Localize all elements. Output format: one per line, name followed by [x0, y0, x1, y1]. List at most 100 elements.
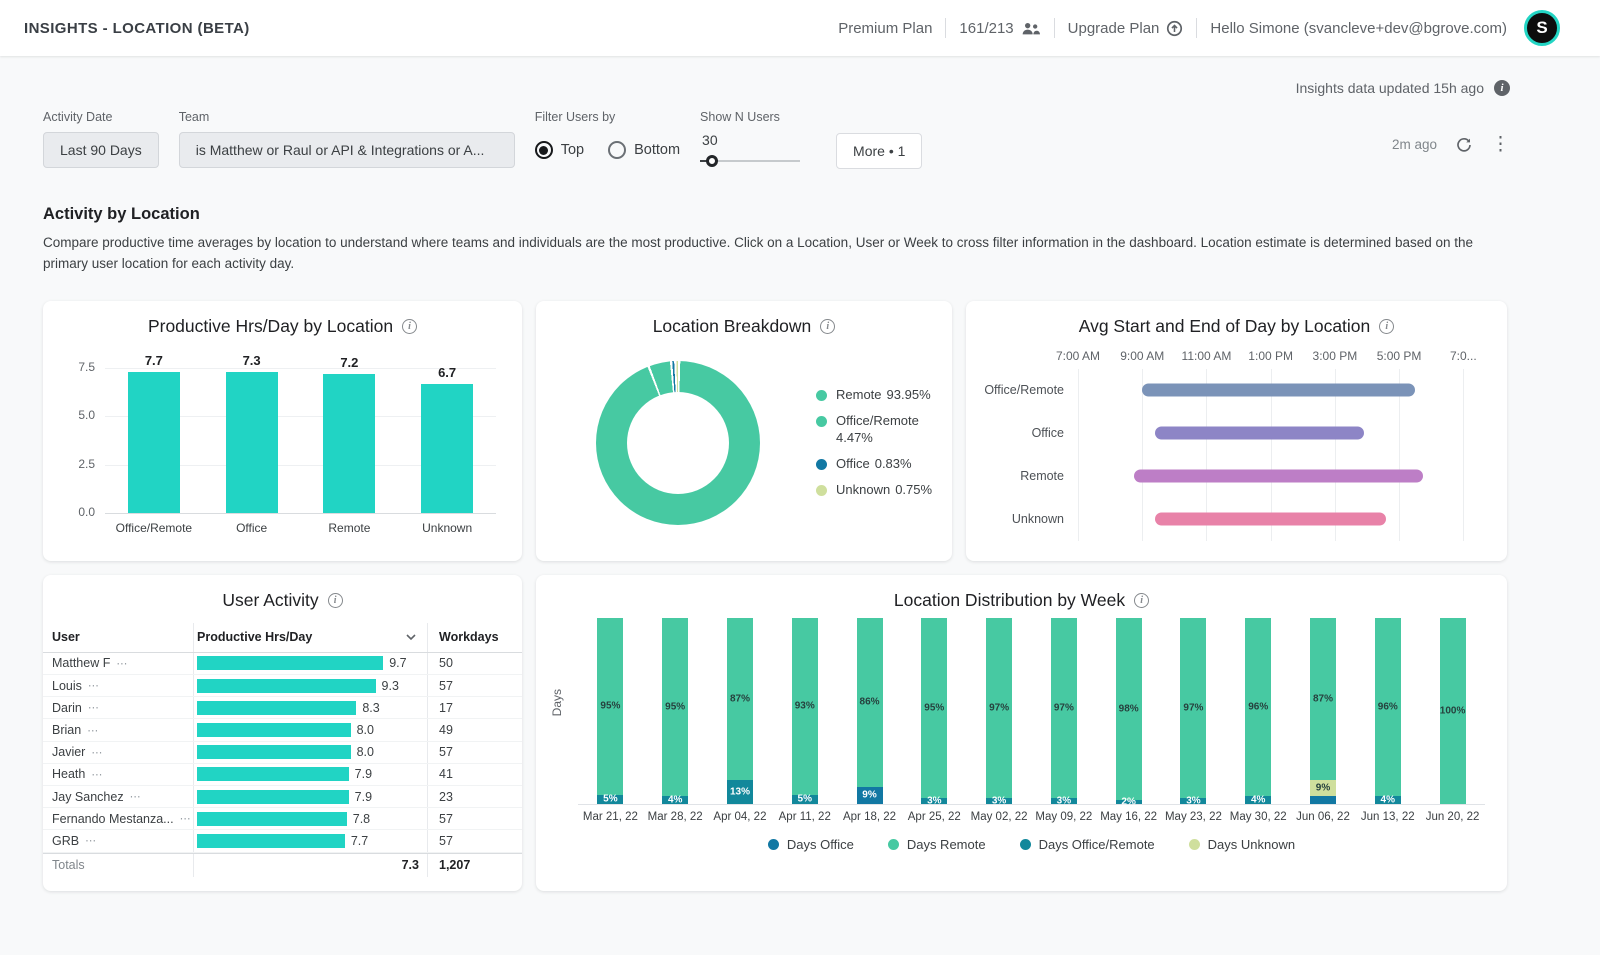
start-end-bar[interactable]: [1134, 469, 1424, 483]
week-column[interactable]: 100% Jun 20, 22: [1420, 617, 1485, 823]
table-row[interactable]: Jay Sanchez ⋯ 7.9 23: [43, 785, 522, 809]
legend-dot: [1019, 838, 1031, 850]
table-row[interactable]: Javier ⋯ 8.0 57: [43, 741, 522, 764]
legend-item[interactable]: Remote 93.95%: [816, 387, 936, 404]
week-column[interactable]: 95% 4% Mar 28, 22: [643, 617, 708, 823]
show-n-users-slider[interactable]: [700, 154, 801, 168]
segment-days-remote: 86%: [856, 617, 883, 788]
table-row[interactable]: Heath ⋯ 7.9 41: [43, 763, 522, 786]
hrs-bar[interactable]: [197, 767, 349, 782]
week-column[interactable]: 97% 3% May 23, 22: [1161, 617, 1226, 823]
segment-days-office_remote: 4%: [1245, 795, 1272, 806]
bar[interactable]: [225, 372, 278, 513]
segment-pct-label: 2%: [1121, 796, 1136, 808]
info-icon[interactable]: i: [327, 592, 343, 608]
segment-pct-label: 5%: [797, 793, 812, 805]
segment-days-office_remote: 3%: [1180, 795, 1207, 807]
week-label: Jun 06, 22: [1296, 810, 1350, 823]
week-column[interactable]: 98% 2% May 16, 22: [1096, 617, 1161, 823]
week-column[interactable]: 96% 4% May 30, 22: [1226, 617, 1291, 823]
week-column[interactable]: 96% 4% Jun 13, 22: [1355, 617, 1420, 823]
hrs-cell: 7.7: [193, 830, 428, 852]
segment-days-office_remote: 2%: [1115, 796, 1142, 807]
row-options-icon[interactable]: ⋯: [85, 834, 97, 847]
table-row[interactable]: Matthew F ⋯ 9.7 50: [43, 652, 522, 676]
hrs-bar[interactable]: [197, 678, 376, 693]
legend-value: 0.83%: [874, 455, 912, 471]
week-column[interactable]: 95% 3% Apr 25, 22: [902, 617, 967, 823]
legend-item[interactable]: Days Office/Remote: [1019, 837, 1155, 852]
table-row[interactable]: Darin ⋯ 8.3 17: [43, 697, 522, 720]
start-end-bar[interactable]: [1142, 383, 1416, 397]
legend-item[interactable]: Office 0.83%: [816, 456, 936, 473]
row-options-icon[interactable]: ⋯: [88, 679, 100, 692]
hrs-bar[interactable]: [197, 745, 351, 760]
remote-pct-label: 95%: [665, 701, 686, 713]
row-options-icon[interactable]: ⋯: [87, 724, 99, 737]
refresh-icon[interactable]: [1455, 136, 1473, 154]
team-select[interactable]: is Matthew or Raul or API & Integrations…: [178, 132, 515, 168]
radio-bottom[interactable]: Bottom: [608, 141, 680, 159]
kebab-menu-icon[interactable]: ⋮: [1491, 135, 1510, 154]
divider: [1196, 18, 1198, 38]
table-row[interactable]: GRB ⋯ 7.7 57: [43, 830, 522, 853]
legend-item[interactable]: Office/Remote 4.47%: [816, 413, 936, 447]
week-column[interactable]: 95% 5% Mar 21, 22: [578, 617, 643, 823]
hrs-bar[interactable]: [197, 789, 349, 804]
remote-pct-label: 98%: [1118, 703, 1139, 715]
start-end-bar[interactable]: [1155, 512, 1387, 526]
radio-selected-icon: [534, 141, 553, 159]
legend-item[interactable]: Days Remote: [887, 837, 986, 852]
location-donut[interactable]: [596, 360, 760, 525]
legend-item[interactable]: Days Unknown: [1188, 837, 1295, 852]
bar[interactable]: [323, 374, 376, 513]
location-label: Unknown: [1011, 512, 1064, 527]
info-icon[interactable]: i: [1494, 80, 1510, 96]
more-filters-button[interactable]: More • 1: [836, 133, 923, 169]
legend-item[interactable]: Days Office: [767, 837, 854, 852]
bar[interactable]: [421, 383, 474, 513]
radio-top[interactable]: Top: [534, 141, 584, 159]
week-column[interactable]: 93% 5% Apr 11, 22: [772, 617, 837, 823]
table-row[interactable]: Brian ⋯ 8.0 49: [43, 719, 522, 742]
info-icon[interactable]: i: [1134, 592, 1150, 608]
activity-date-button[interactable]: Last 90 Days: [43, 132, 159, 168]
week-column[interactable]: 97% 3% May 09, 22: [1031, 617, 1096, 823]
week-column[interactable]: 87% 13% Apr 04, 22: [708, 617, 773, 823]
week-column[interactable]: 86% 9% Apr 18, 22: [837, 617, 902, 823]
hrs-bar[interactable]: [197, 833, 345, 848]
sort-chevron-icon[interactable]: [405, 633, 417, 641]
hrs-bar[interactable]: [197, 700, 357, 715]
start-end-bar[interactable]: [1155, 426, 1364, 440]
hrs-bar[interactable]: [197, 723, 351, 737]
workdays-value: 57: [439, 811, 453, 826]
info-icon[interactable]: i: [402, 318, 418, 334]
bar-group: 6.7 Unknown: [398, 353, 496, 535]
column-productive-hrs[interactable]: Productive Hrs/Day: [193, 622, 428, 652]
row-options-icon[interactable]: ⋯: [130, 790, 142, 803]
hrs-bar[interactable]: [197, 656, 384, 671]
row-options-icon[interactable]: ⋯: [116, 657, 128, 670]
row-options-icon[interactable]: ⋯: [91, 768, 103, 781]
row-options-icon[interactable]: ⋯: [88, 701, 100, 714]
bar[interactable]: [127, 371, 180, 513]
legend-text: Office 0.83%: [836, 456, 936, 473]
segment-pct-label: 3%: [1186, 795, 1201, 807]
table-row[interactable]: Louis ⋯ 9.3 57: [43, 675, 522, 698]
info-icon[interactable]: i: [1379, 318, 1395, 334]
legend-item[interactable]: Unknown 0.75%: [816, 482, 936, 499]
row-options-icon[interactable]: ⋯: [180, 812, 192, 825]
info-icon[interactable]: i: [820, 318, 836, 334]
hrs-bar[interactable]: [197, 811, 347, 826]
row-options-icon[interactable]: ⋯: [91, 746, 103, 759]
legend-dot: [816, 458, 827, 470]
avatar[interactable]: S: [1524, 10, 1560, 46]
remote-pct-label: 93%: [794, 700, 815, 712]
week-column[interactable]: 87% 9% Jun 06, 22: [1291, 617, 1356, 823]
column-workdays[interactable]: Workdays: [428, 623, 506, 652]
week-column[interactable]: 97% 3% May 02, 22: [967, 617, 1032, 823]
column-user[interactable]: User: [43, 623, 193, 652]
table-row[interactable]: Fernando Mestanza... ⋯ 7.8 57: [43, 808, 522, 831]
slider-thumb[interactable]: [706, 155, 719, 167]
upgrade-plan-link[interactable]: Upgrade Plan: [1068, 20, 1184, 37]
